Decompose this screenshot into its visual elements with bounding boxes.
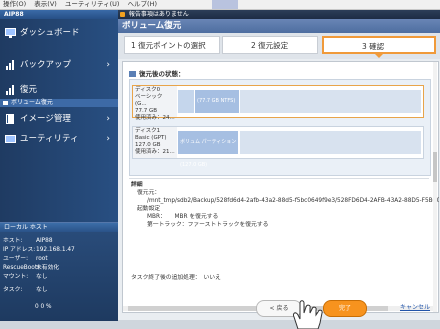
notification[interactable]: 報告事項はありません xyxy=(120,10,189,19)
section-title: 復元後の状態： xyxy=(129,68,185,78)
sidebar-subitem-volume-restore[interactable]: ボリューム復元 xyxy=(0,99,118,107)
step-3: 3 確認 xyxy=(322,36,436,58)
chart-icon xyxy=(6,85,14,95)
boot-settings-label: 起動設定 xyxy=(137,206,161,212)
local-host-row: RescueBoot:未有効化 xyxy=(3,265,60,271)
menu-utility[interactable]: ユーティリティ(U) xyxy=(62,0,123,9)
sidebar-item-label: ダッシュボード xyxy=(20,28,80,38)
step-2: 2 復元設定 xyxy=(222,36,318,54)
chevron-right-icon: › xyxy=(106,114,110,124)
chart-icon xyxy=(6,60,14,70)
top-bar: AIP88 報告事項はありません xyxy=(0,0,440,19)
notification-text: 報告事項はありません xyxy=(128,11,189,18)
vertical-scrollbar[interactable] xyxy=(433,62,437,312)
partition-segment[interactable] xyxy=(178,90,194,113)
disk-info: ディスク0 ベーシック (G... 77.7 GB 使用済み：24... xyxy=(133,86,177,121)
disk-layout-panel: ディスク0 ベーシック (G... 77.7 GB 使用済み：24... (77… xyxy=(129,79,431,176)
local-host-row: マウント: なし xyxy=(3,274,48,280)
detail-section: 詳細 復元元： /mnt_tmp/sdb2/Backup/528fd6d4-2a… xyxy=(129,178,439,294)
partition-segment[interactable]: ボリュム パーティション (127.0 GB) xyxy=(178,131,238,168)
unallocated-segment xyxy=(240,131,421,154)
sidebar-item-image-management[interactable]: イメージ管理 › xyxy=(0,110,118,128)
sidebar-item-label: 復元 xyxy=(20,85,38,95)
sidebar-item-label: ユーティリティ xyxy=(20,134,79,144)
local-host-row: IP アドレス:192.168.1.47 xyxy=(3,247,75,253)
cancel-link[interactable]: キャンセル xyxy=(400,300,430,315)
sidebar-item-label: バックアップ xyxy=(20,60,72,70)
step-1: 1 復元ポイントの選択 xyxy=(124,36,220,54)
wizard-steps: 1 復元ポイントの選択 2 復元設定 3 確認 xyxy=(118,33,440,59)
sidebar: ダッシュボード バックアップ › 復元 ボリューム復元 イメージ管理 › ユーテ… xyxy=(0,19,118,321)
page-title: ボリューム復元 xyxy=(118,19,440,33)
book-icon xyxy=(6,114,14,124)
disk-row-1[interactable]: ディスク1 Basic (GPT) 127.0 GB 使用済み：21... ボリ… xyxy=(132,126,424,168)
sidebar-item-backup[interactable]: バックアップ › xyxy=(0,56,118,74)
disk-row-0[interactable]: ディスク0 ベーシック (G... 77.7 GB 使用済み：24... (77… xyxy=(132,85,424,121)
partition-segment[interactable]: (77.7 GB NTFS) xyxy=(195,90,239,113)
window-icon xyxy=(5,135,16,143)
local-host-row: ユーザー: root xyxy=(3,256,48,262)
local-host-panel: ローカル ホスト ホスト: AIP88 IP アドレス:192.168.1.47 … xyxy=(0,222,118,321)
app-name: AIP88 xyxy=(0,10,118,19)
sidebar-subitem-label: ボリューム復元 xyxy=(11,99,53,106)
local-host-header: ローカル ホスト xyxy=(0,223,118,232)
main-panel: ボリューム復元 1 復元ポイントの選択 2 復元設定 3 確認 復元後の状態： … xyxy=(118,19,440,329)
scrollbar-thumb[interactable] xyxy=(433,152,437,182)
sidebar-item-dashboard[interactable]: ダッシュボード xyxy=(0,24,118,42)
restore-source-label: 復元元： xyxy=(137,190,161,196)
disk-info: ディスク1 Basic (GPT) 127.0 GB 使用済み：21... xyxy=(133,127,177,158)
chevron-right-icon: › xyxy=(106,60,110,70)
sidebar-item-restore[interactable]: 復元 xyxy=(0,81,118,99)
hand-cursor-icon xyxy=(293,300,323,329)
sidebar-item-utility[interactable]: ユーティリティ › xyxy=(0,130,118,148)
menu-help[interactable]: ヘルプ(H) xyxy=(125,0,160,9)
progress-percent: 0 0 % xyxy=(35,304,52,310)
post-task-setting: タスク終了後の追加処理： いいえ xyxy=(131,275,221,281)
first-track-setting: 第一トラック：ファーストトラックを復元する xyxy=(147,222,269,228)
monitor-icon xyxy=(5,28,16,38)
local-host-row: タスク: なし xyxy=(3,287,48,293)
menu-view[interactable]: 表示(V) xyxy=(31,0,60,9)
top-tab xyxy=(212,0,238,9)
menu-operation[interactable]: 操作(O) xyxy=(0,0,29,9)
disk-icon xyxy=(129,71,136,77)
local-host-row: ホスト: AIP88 xyxy=(3,238,53,244)
sidebar-item-label: イメージ管理 xyxy=(20,114,71,124)
mbr-setting: MBR： MBR を復元する xyxy=(147,214,219,220)
warning-icon xyxy=(120,12,125,17)
unallocated-segment xyxy=(240,90,421,113)
restore-source-path: /mnt_tmp/sdb2/Backup/528fd6d4-2afb-43a2-… xyxy=(147,198,439,204)
chevron-right-icon: › xyxy=(106,134,110,144)
disk-icon xyxy=(3,101,8,105)
detail-header: 詳細 xyxy=(131,182,143,188)
content-area: 復元後の状態： ディスク0 ベーシック (G... 77.7 GB 使用済み：2… xyxy=(122,61,439,313)
